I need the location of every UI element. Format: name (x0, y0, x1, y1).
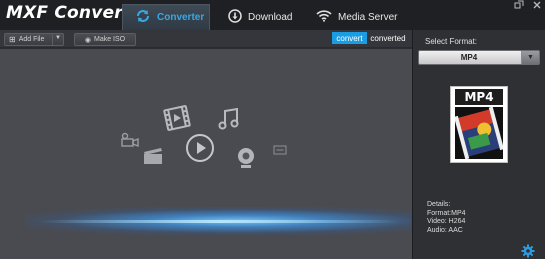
format-panel: Select Format: MP4 ▼ MP4 Details: Format… (413, 30, 545, 259)
format-select-value: MP4 (460, 53, 478, 62)
chevron-down-icon[interactable]: ▼ (521, 51, 539, 64)
converted-toggle[interactable]: converted (367, 32, 409, 44)
tab-download[interactable]: Download (228, 4, 292, 30)
tab-download-label: Download (248, 11, 293, 23)
format-select[interactable]: MP4 ▼ (418, 50, 540, 65)
clapperboard-icon (142, 146, 164, 171)
tab-media-server[interactable]: Media Server (316, 4, 397, 30)
details-audio: Audio: AAC (427, 226, 463, 234)
make-iso-label: Make ISO (93, 36, 126, 43)
button-separator (52, 34, 53, 45)
glow-line (40, 220, 400, 223)
play-button-icon (185, 133, 215, 168)
add-file-label: Add File (18, 36, 45, 43)
select-format-label: Select Format: (425, 37, 478, 46)
chevron-down-icon[interactable]: ▼ (55, 35, 61, 41)
details-format: Format:MP4 (427, 209, 466, 217)
restore-window-icon[interactable] (512, 0, 526, 12)
tab-media-server-label: Media Server (338, 11, 398, 23)
tab-converter[interactable]: Converter (122, 4, 210, 30)
camcorder-icon (120, 132, 140, 153)
webcam-icon (235, 147, 257, 176)
drop-area[interactable] (0, 49, 412, 259)
format-thumbnail: MP4 (450, 86, 508, 163)
wifi-icon (316, 9, 332, 25)
details-heading: Details: (427, 201, 451, 208)
caption-icon (273, 142, 287, 160)
music-note-icon (216, 106, 242, 137)
gear-icon[interactable] (521, 244, 535, 259)
make-iso-button[interactable]: ◉ Make ISO (74, 33, 136, 46)
convert-toggle[interactable]: convert (332, 32, 367, 44)
filmstrip-icon (453, 106, 505, 160)
tab-converter-label: Converter (157, 12, 205, 23)
format-details: Details: Format:MP4 Video: H264 Audio: A… (427, 201, 466, 235)
thumbnail-label: MP4 (455, 89, 503, 105)
details-video: Video: H264 (427, 218, 466, 225)
disc-icon: ◉ (84, 36, 91, 44)
add-file-icon: ⊞ (9, 35, 16, 44)
close-window-icon[interactable] (530, 0, 544, 12)
download-icon (228, 8, 242, 26)
title-bar: MXF Converter Converter Download Media S… (0, 0, 545, 30)
refresh-icon (135, 9, 151, 26)
add-file-button[interactable]: ⊞ Add File ▼ (4, 33, 64, 46)
